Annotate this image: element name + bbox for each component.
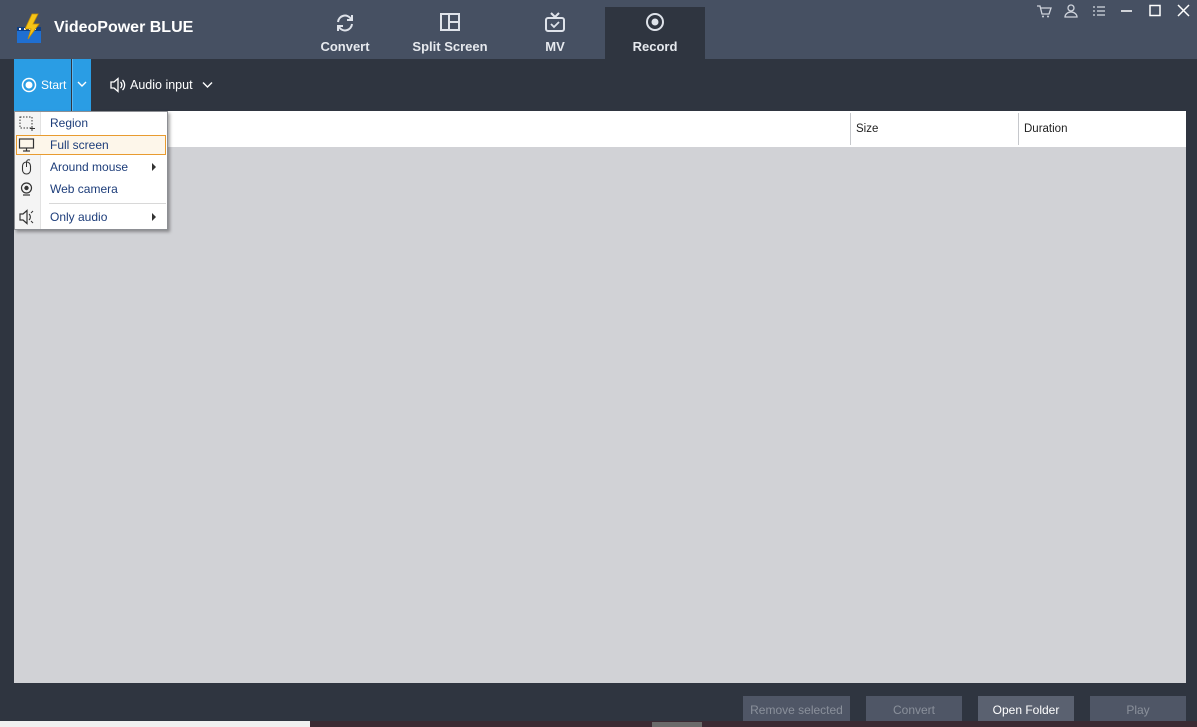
title-bar: VideoPower BLUE Convert Split Screen MV: [0, 0, 1197, 59]
chevron-down-icon: [77, 81, 87, 87]
table-header: Size Duration: [14, 111, 1186, 147]
column-header-size[interactable]: Size: [856, 123, 878, 135]
tab-mv[interactable]: MV: [505, 7, 605, 59]
submenu-arrow-icon: [152, 163, 156, 171]
menu-item-region[interactable]: Region: [15, 113, 167, 133]
scrollbar-marker: [652, 722, 702, 727]
start-button[interactable]: Start: [14, 59, 71, 111]
menu-item-label: Around mouse: [50, 160, 129, 174]
region-select-icon: [19, 116, 35, 131]
column-divider[interactable]: [850, 113, 851, 145]
column-header-duration[interactable]: Duration: [1024, 123, 1067, 135]
tab-record[interactable]: Record: [605, 7, 705, 59]
record-start-icon: [21, 77, 37, 93]
mouse-icon: [21, 159, 32, 175]
maximize-icon[interactable]: [1145, 3, 1165, 19]
chevron-down-icon: [202, 82, 213, 88]
split-screen-icon: [440, 13, 460, 31]
minimize-icon[interactable]: [1117, 3, 1137, 19]
audio-input-label: Audio input: [130, 78, 193, 92]
menu-item-label: Full screen: [50, 138, 109, 152]
tab-split-screen-label: Split Screen: [412, 39, 488, 54]
convert-button[interactable]: Convert: [866, 696, 962, 724]
app-logo-icon: [17, 13, 41, 43]
open-folder-button[interactable]: Open Folder: [978, 696, 1074, 724]
tab-mv-label: MV: [545, 39, 565, 54]
menu-list-icon[interactable]: [1089, 3, 1109, 19]
menu-item-label: Web camera: [50, 182, 118, 196]
start-dropdown-button[interactable]: [72, 59, 91, 111]
tab-record-label: Record: [632, 39, 678, 54]
scrollbar-thumb[interactable]: [0, 721, 310, 727]
menu-separator: [49, 203, 166, 204]
record-icon: [646, 13, 664, 31]
menu-item-full-screen[interactable]: Full screen: [15, 135, 167, 155]
tab-convert-label: Convert: [320, 39, 370, 54]
remove-selected-button[interactable]: Remove selected: [743, 696, 850, 724]
user-icon[interactable]: [1061, 3, 1081, 19]
audio-input-button[interactable]: Audio input: [107, 73, 217, 97]
refresh-icon: [337, 14, 353, 32]
monitor-icon: [18, 138, 35, 152]
menu-item-web-camera[interactable]: Web camera: [15, 179, 167, 199]
cart-icon[interactable]: [1034, 3, 1054, 19]
close-icon[interactable]: [1173, 3, 1193, 19]
column-divider[interactable]: [1018, 113, 1019, 145]
menu-item-label: Region: [50, 116, 89, 130]
speaker-icon: [19, 209, 34, 225]
start-label: Start: [41, 78, 67, 92]
tab-convert[interactable]: Convert: [295, 7, 395, 59]
record-toolbar: Start Audio input: [0, 59, 1197, 111]
menu-item-only-audio[interactable]: Only audio: [15, 207, 167, 227]
play-button[interactable]: Play: [1090, 696, 1186, 724]
tab-split-screen[interactable]: Split Screen: [400, 7, 500, 59]
menu-item-around-mouse[interactable]: Around mouse: [15, 157, 167, 177]
menu-item-label: Only audio: [50, 210, 108, 224]
app-title: VideoPower BLUE: [54, 19, 194, 36]
speaker-icon: [110, 77, 126, 93]
file-list-table[interactable]: Size Duration: [14, 111, 1186, 683]
tv-icon: [545, 12, 565, 32]
submenu-arrow-icon: [152, 213, 156, 221]
start-mode-menu: Region Full screen Around mouse Web came…: [14, 111, 168, 230]
webcam-icon: [20, 182, 33, 196]
